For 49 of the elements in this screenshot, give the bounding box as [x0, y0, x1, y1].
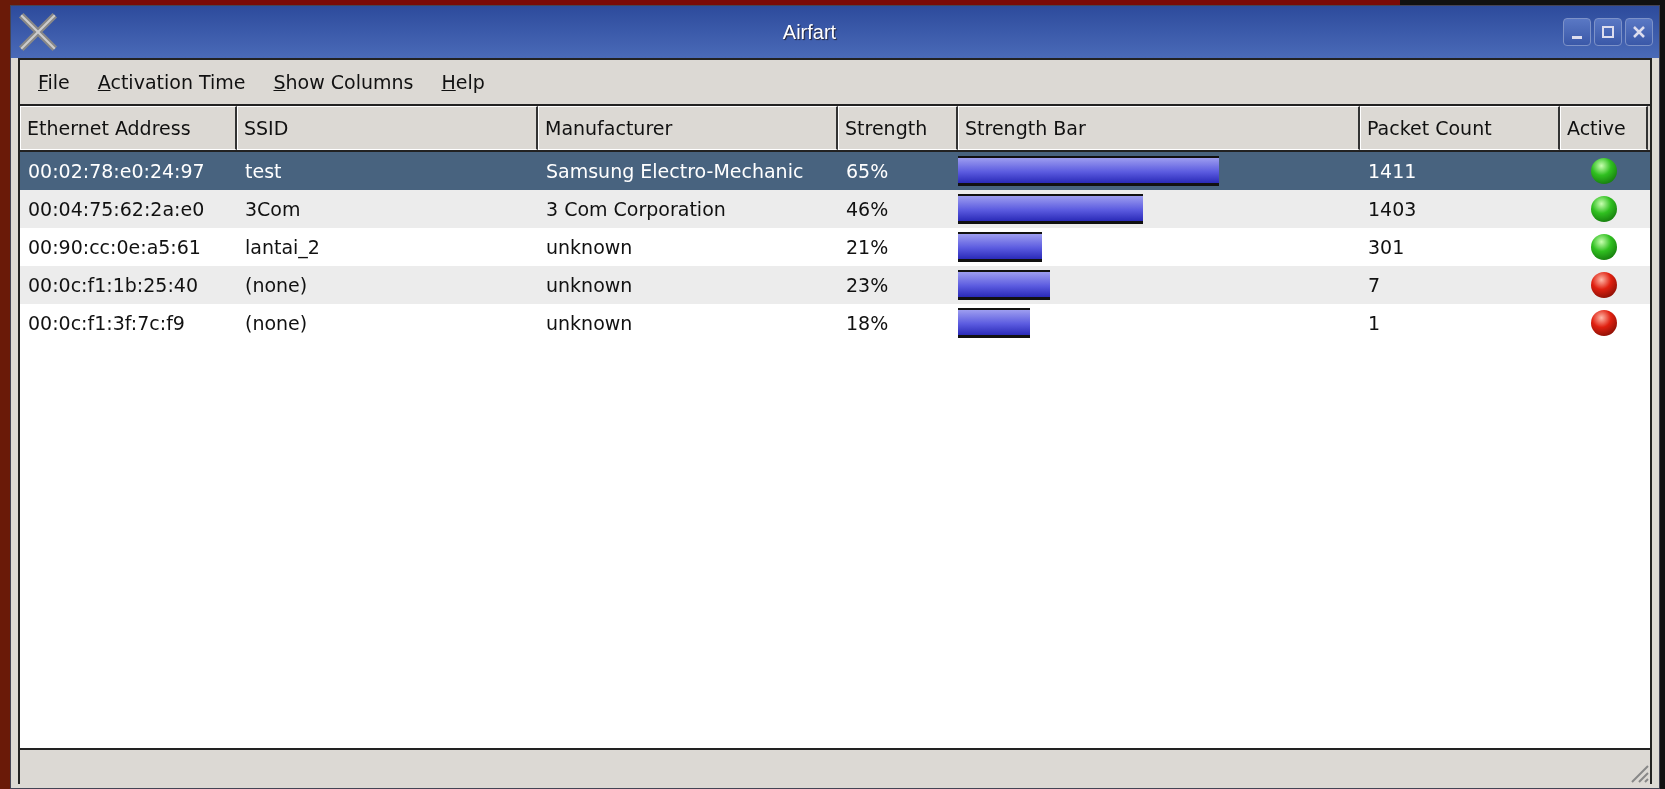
table-cell-text: (none)	[244, 274, 309, 296]
table-cell-text: 1	[1367, 312, 1382, 334]
table-cell-text: unknown	[545, 312, 634, 334]
table-cell-text: 3 Com Corporation	[545, 198, 727, 220]
table-cell-text: 7	[1367, 274, 1382, 296]
maximize-icon	[1600, 24, 1616, 40]
close-button[interactable]	[1625, 18, 1653, 46]
table-row[interactable]: 00:04:75:62:2a:e0 3Com 3 Com Corporation 46% 1403	[20, 190, 1650, 228]
table-cell-text: 23%	[845, 274, 890, 296]
table-cell-text: lantai_2	[244, 236, 321, 258]
table-row[interactable]: 00:02:78:e0:24:97 test Samsung Electro-Mechanic 65% 1411	[20, 152, 1650, 190]
column-header[interactable]: Packet Count	[1360, 106, 1560, 150]
table-row[interactable]: 00:0c:f1:1b:25:40 (none) unknown 23% 7	[20, 266, 1650, 304]
menu-item[interactable]: File	[28, 67, 80, 97]
table-cell-text: test	[244, 160, 283, 182]
window-title: Airfart	[781, 20, 838, 44]
table-cell-text: 00:04:75:62:2a:e0	[27, 198, 206, 220]
table-cell-text: (none)	[244, 312, 309, 334]
table-cell-text: 65%	[845, 160, 890, 182]
table-cell-text: unknown	[545, 274, 634, 296]
table-cell-text: Samsung Electro-Mechanic	[545, 160, 805, 182]
menu-item[interactable]: Show Columns	[263, 67, 424, 97]
table-row[interactable]: 00:0c:f1:3f:7c:f9 (none) unknown 18% 1	[20, 304, 1650, 342]
table-cell-text: 1403	[1367, 198, 1418, 220]
close-icon	[1631, 24, 1647, 40]
minimize-icon	[1572, 35, 1582, 39]
table-cell-text: 00:02:78:e0:24:97	[27, 160, 206, 182]
minimize-button[interactable]	[1563, 18, 1591, 46]
table-row[interactable]: 00:90:cc:0e:a5:61 lantai_2 unknown 21% 301	[20, 228, 1650, 266]
table-cell-text: 21%	[845, 236, 890, 258]
column-header[interactable]: Active	[1560, 106, 1648, 150]
table-cell-text: 46%	[845, 198, 890, 220]
column-header[interactable]: SSID	[237, 106, 538, 150]
column-header[interactable]: Strength	[838, 106, 958, 150]
table-cell-text: 00:90:cc:0e:a5:61	[27, 236, 202, 258]
table-cell-text: 1411	[1367, 160, 1418, 182]
table-cell-text: 00:0c:f1:3f:7c:f9	[27, 312, 186, 334]
table-cell-text: 00:0c:f1:1b:25:40	[27, 274, 199, 296]
table-cell-text: 18%	[845, 312, 890, 334]
table-cell-text: 301	[1367, 236, 1406, 258]
maximize-button[interactable]	[1594, 18, 1622, 46]
column-header[interactable]: Ethernet Address	[20, 106, 237, 150]
table-cell-text: 3Com	[244, 198, 302, 220]
column-header[interactable]: Manufacturer	[538, 106, 838, 150]
table-cell-text: unknown	[545, 236, 634, 258]
menu-item[interactable]: Activation Time	[87, 67, 256, 97]
x-logo-icon	[17, 11, 59, 53]
menu-item[interactable]: Help	[431, 67, 495, 97]
column-header[interactable]: Strength Bar	[958, 106, 1360, 150]
